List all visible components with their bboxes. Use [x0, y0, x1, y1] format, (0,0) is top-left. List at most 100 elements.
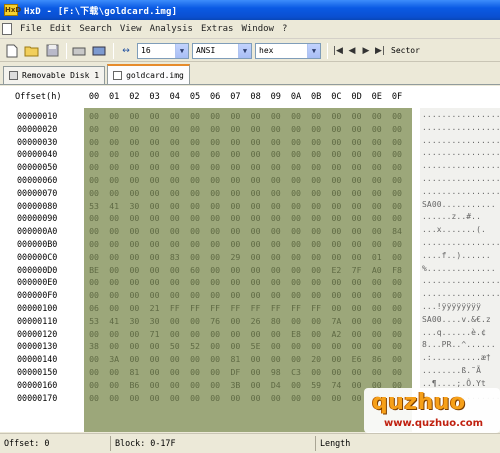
hex-byte[interactable]: 21: [147, 303, 163, 313]
hex-byte[interactable]: 00: [207, 380, 223, 390]
hex-byte[interactable]: 00: [106, 188, 122, 198]
hex-row[interactable]: 53 41 30 30 00 00 76 00 26 80 00 00 7A 00 00 00: [84, 315, 412, 328]
hex-byte[interactable]: 00: [147, 393, 163, 403]
hex-byte[interactable]: 00: [389, 329, 405, 339]
hex-byte[interactable]: 30: [126, 316, 142, 326]
hex-byte[interactable]: 30: [126, 201, 142, 211]
hex-byte[interactable]: 00: [288, 124, 304, 134]
hex-byte[interactable]: 00: [328, 354, 344, 364]
hex-byte[interactable]: 00: [369, 175, 385, 185]
hex-byte[interactable]: 00: [369, 137, 385, 147]
text-row[interactable]: ................: [422, 161, 500, 174]
hex-byte[interactable]: 00: [147, 226, 163, 236]
hex-byte[interactable]: 00: [369, 149, 385, 159]
hex-byte[interactable]: 00: [288, 316, 304, 326]
hex-byte[interactable]: 00: [106, 213, 122, 223]
hex-row[interactable]: 00 00 00 00 00 00 00 00 00 00 00 00 00 00 00 00: [84, 238, 412, 251]
menu-analysis[interactable]: Analysis: [146, 24, 197, 34]
hex-byte[interactable]: 86: [369, 354, 385, 364]
hex-byte[interactable]: 00: [106, 162, 122, 172]
hex-byte[interactable]: 00: [207, 265, 223, 275]
hex-byte[interactable]: 00: [308, 316, 324, 326]
hex-byte[interactable]: 00: [147, 124, 163, 134]
hex-byte[interactable]: 00: [248, 380, 264, 390]
text-row[interactable]: ................: [422, 238, 500, 251]
hex-byte[interactable]: 00: [106, 226, 122, 236]
hex-byte[interactable]: 00: [328, 290, 344, 300]
hex-byte[interactable]: 00: [147, 252, 163, 262]
hex-byte[interactable]: 00: [389, 137, 405, 147]
hex-byte[interactable]: 00: [248, 252, 264, 262]
hex-byte[interactable]: 52: [187, 341, 203, 351]
hex-byte[interactable]: FF: [167, 303, 183, 313]
hex-byte[interactable]: 00: [207, 111, 223, 121]
hex-byte[interactable]: 00: [207, 201, 223, 211]
text-row[interactable]: ................: [422, 110, 500, 123]
hex-byte[interactable]: 00: [207, 367, 223, 377]
hex-byte[interactable]: 00: [187, 175, 203, 185]
hex-byte[interactable]: 00: [167, 290, 183, 300]
hex-byte[interactable]: 00: [147, 290, 163, 300]
hex-byte[interactable]: 00: [187, 201, 203, 211]
hex-byte[interactable]: 00: [369, 329, 385, 339]
hex-byte[interactable]: 00: [389, 252, 405, 262]
hex-byte[interactable]: 00: [248, 265, 264, 275]
hex-byte[interactable]: 00: [349, 137, 365, 147]
document-icon[interactable]: [2, 23, 12, 35]
hex-byte[interactable]: 00: [167, 226, 183, 236]
hex-byte[interactable]: 00: [308, 239, 324, 249]
hex-byte[interactable]: 00: [369, 277, 385, 287]
hex-byte[interactable]: 00: [308, 367, 324, 377]
hex-byte[interactable]: 00: [268, 188, 284, 198]
new-file-icon[interactable]: [3, 42, 21, 60]
hex-byte[interactable]: 00: [126, 393, 142, 403]
hex-byte[interactable]: 00: [126, 162, 142, 172]
hex-byte[interactable]: 00: [106, 124, 122, 134]
hex-byte[interactable]: 00: [328, 137, 344, 147]
hex-byte[interactable]: 00: [328, 393, 344, 403]
hex-row[interactable]: 00 00 00 71 00 00 00 00 00 00 E8 00 A2 00 00 00: [84, 328, 412, 341]
menu-search[interactable]: Search: [75, 24, 116, 34]
hex-byte[interactable]: 00: [248, 213, 264, 223]
hex-byte[interactable]: 00: [349, 277, 365, 287]
hex-byte[interactable]: 00: [288, 265, 304, 275]
hex-byte[interactable]: 00: [106, 303, 122, 313]
hex-byte[interactable]: 00: [147, 188, 163, 198]
hex-byte[interactable]: 00: [268, 201, 284, 211]
hex-byte[interactable]: 00: [328, 111, 344, 121]
hex-byte[interactable]: 00: [187, 290, 203, 300]
hex-byte[interactable]: 00: [328, 367, 344, 377]
hex-byte[interactable]: 00: [106, 175, 122, 185]
text-row[interactable]: .:..........æ†: [422, 353, 500, 366]
hex-byte[interactable]: 00: [389, 111, 405, 121]
hex-byte[interactable]: 00: [147, 277, 163, 287]
hex-byte[interactable]: 00: [308, 149, 324, 159]
offset-base-select[interactable]: hex ▼: [255, 42, 321, 59]
hex-byte[interactable]: 00: [288, 213, 304, 223]
first-sector-icon[interactable]: |◀: [331, 43, 345, 59]
hex-byte[interactable]: 00: [268, 137, 284, 147]
hex-row[interactable]: 00 00 00 00 00 00 00 00 00 00 00 00 00 00 00 00: [84, 161, 412, 174]
hex-byte[interactable]: 00: [248, 124, 264, 134]
hex-byte[interactable]: 00: [369, 201, 385, 211]
hex-byte[interactable]: 00: [349, 226, 365, 236]
hex-byte[interactable]: 00: [268, 341, 284, 351]
hex-byte[interactable]: 00: [187, 149, 203, 159]
hex-byte[interactable]: 20: [308, 354, 324, 364]
hex-byte[interactable]: 53: [86, 201, 102, 211]
hex-byte[interactable]: 71: [147, 329, 163, 339]
hex-byte[interactable]: 00: [308, 252, 324, 262]
hex-byte[interactable]: 00: [288, 277, 304, 287]
hex-byte[interactable]: 00: [106, 393, 122, 403]
hex-byte[interactable]: 00: [227, 124, 243, 134]
hex-byte[interactable]: 00: [308, 213, 324, 223]
hex-byte[interactable]: 00: [86, 175, 102, 185]
hex-byte[interactable]: 00: [369, 367, 385, 377]
hex-byte[interactable]: 01: [369, 252, 385, 262]
hex-byte[interactable]: 00: [227, 201, 243, 211]
hex-byte[interactable]: 00: [227, 111, 243, 121]
hex-byte[interactable]: 00: [349, 367, 365, 377]
hex-byte[interactable]: 00: [167, 175, 183, 185]
hex-row[interactable]: 00 00 00 00 00 00 00 00 00 00 00 00 00 00 00 00: [84, 136, 412, 149]
hex-byte[interactable]: 00: [147, 367, 163, 377]
